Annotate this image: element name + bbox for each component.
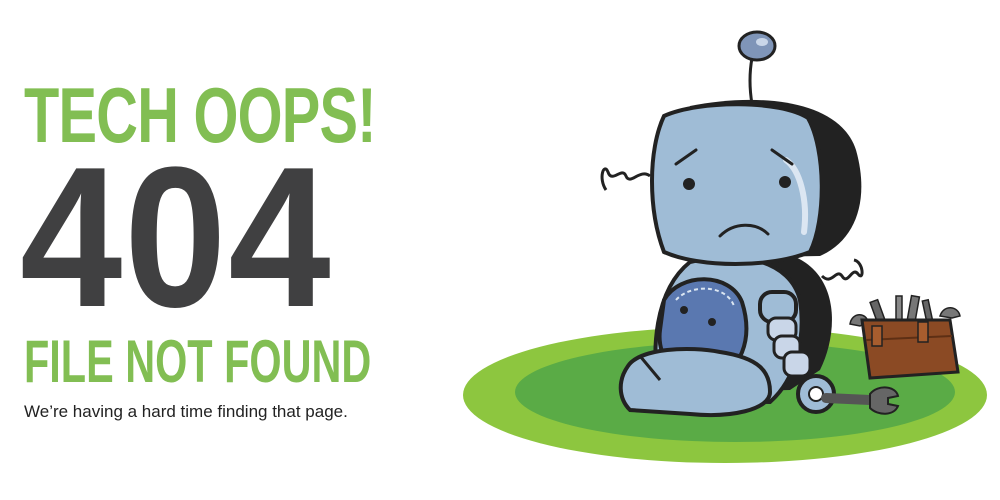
spring-coil-left	[600, 167, 651, 191]
sad-robot-illustration	[463, 30, 987, 463]
error-code: 404	[20, 126, 333, 349]
spring-coil-right	[820, 258, 864, 281]
error-message: We’re having a hard time finding that pa…	[24, 402, 348, 421]
robot-head	[650, 99, 862, 266]
robot-leg	[618, 347, 773, 417]
antenna	[737, 30, 777, 105]
subheadline: FILE NOT FOUND	[24, 328, 372, 395]
error-text-block: TECH OOPS! 404 FILE NOT FOUND We’re havi…	[20, 76, 424, 422]
